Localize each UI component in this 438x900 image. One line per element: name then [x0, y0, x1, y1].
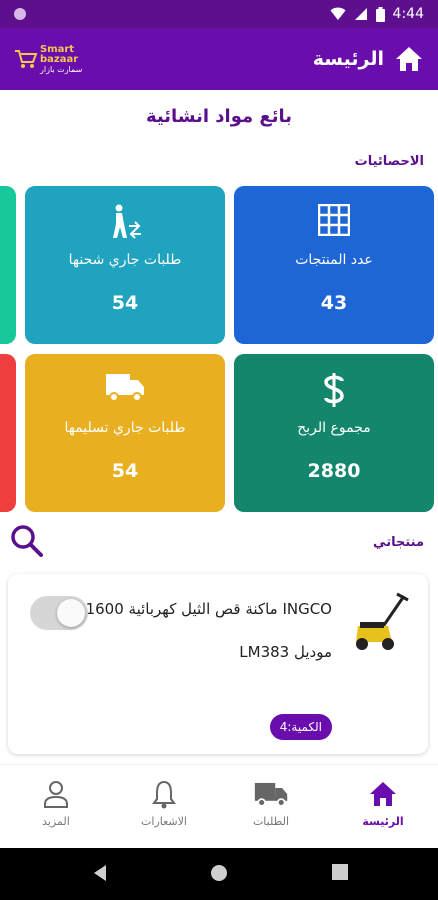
bell-icon [152, 780, 176, 809]
stat-card-partial[interactable] [0, 354, 16, 512]
grid-icon [318, 204, 350, 236]
back-icon[interactable] [92, 864, 108, 882]
home-circle-icon[interactable] [210, 864, 228, 882]
toggle-knob [57, 599, 85, 627]
notification-dot-icon [14, 8, 26, 20]
stat-value: 54 [111, 460, 139, 482]
home-icon [370, 782, 396, 806]
nav-label: الاشعارات [141, 815, 187, 828]
stat-label: عدد المنتجات [295, 252, 373, 268]
stats-section-label: الاحصائيات [354, 154, 424, 169]
nav-item-orders[interactable]: الطلبات [226, 777, 316, 828]
wifi-icon [330, 7, 346, 20]
battery-icon [375, 6, 385, 22]
person-cart-icon [113, 204, 141, 239]
stat-label: طلبات جاري شحنها [68, 252, 182, 268]
quantity-badge: الكمية:4 [269, 714, 332, 740]
stat-value: 43 [320, 292, 348, 314]
nav-label: الطلبات [252, 815, 290, 828]
status-bar: 4:44 [0, 0, 438, 28]
stat-card-partial[interactable] [0, 186, 16, 344]
search-icon[interactable] [10, 524, 44, 558]
app-bar-title: الرئيسة [312, 48, 384, 70]
app-logo: Smart bazaar سمارت بازار [14, 44, 82, 74]
nav-item-home[interactable]: الرئيسة [338, 777, 428, 828]
stat-card-shipping-orders[interactable]: طلبات جاري شحنها 54 [25, 186, 225, 344]
recents-icon[interactable] [332, 864, 348, 880]
nav-item-more[interactable]: المزيد [11, 777, 101, 828]
stat-label: مجموع الربح [297, 420, 371, 436]
nav-label: الرئيسة [362, 815, 404, 828]
lawn-mower-image [356, 592, 409, 650]
app-bar: Smart bazaar سمارت بازار الرئيسة [0, 28, 438, 90]
nav-label: المزيد [42, 815, 70, 828]
page-title: بائع مواد انشائية [146, 106, 292, 127]
truck-icon [106, 374, 144, 402]
cart-logo-icon [15, 50, 38, 68]
stat-label: طلبات جاري تسليمها [64, 420, 186, 436]
home-title-group: الرئيسة [313, 45, 424, 73]
signal-icon [354, 8, 367, 20]
system-navigation-bar [0, 848, 438, 900]
stat-card-products-count[interactable]: عدد المنتجات 43 [234, 186, 434, 344]
products-section-label: منتجاتي [373, 535, 424, 550]
nav-item-notifications[interactable]: الاشعارات [119, 777, 209, 828]
stat-value: 2880 [307, 460, 361, 482]
stat-card-profit-total[interactable]: مجموع الربح 2880 [234, 354, 434, 512]
bottom-navigation: الرئيسة الطلبات الاشعارات المزيد [0, 764, 438, 848]
home-icon[interactable] [394, 45, 424, 73]
status-time: 4:44 [392, 6, 424, 22]
truck-icon [254, 782, 288, 807]
stat-value: 54 [111, 292, 139, 314]
dollar-icon [324, 373, 344, 407]
product-active-toggle[interactable] [30, 596, 88, 630]
product-card[interactable]: INGCO ماكنة قص الثيل كهربائية 1600 واط م… [8, 574, 428, 754]
stat-card-delivering-orders[interactable]: طلبات جاري تسليمها 54 [25, 354, 225, 512]
user-icon [44, 781, 68, 808]
